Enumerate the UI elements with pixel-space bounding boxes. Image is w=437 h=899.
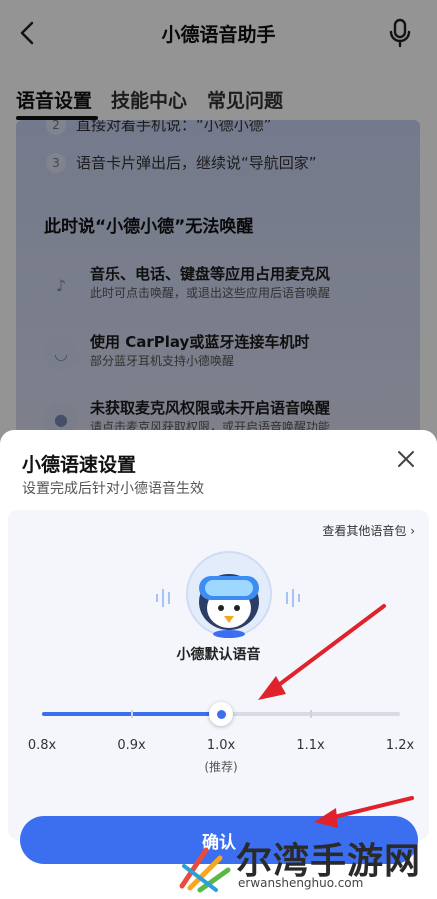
sheet-subtitle: 设置完成后针对小德语音生效 bbox=[22, 481, 204, 497]
watermark-logo: 尔湾手游网 erwanshenghuo.com bbox=[176, 832, 437, 899]
speed-option-0-9x[interactable]: 0.9x bbox=[112, 738, 152, 753]
close-icon[interactable] bbox=[397, 450, 417, 470]
logo-icon bbox=[179, 847, 231, 893]
sound-wave-icon bbox=[156, 589, 170, 607]
more-voice-packs-link[interactable]: 查看其他语音包 › bbox=[322, 522, 415, 539]
recommended-note: (推荐) bbox=[204, 760, 238, 774]
sound-wave-icon bbox=[286, 589, 300, 607]
slider-tick bbox=[130, 710, 133, 718]
sheet-title: 小德语速设置 bbox=[22, 454, 137, 476]
speed-option-1-0x[interactable]: 1.0x bbox=[201, 738, 241, 753]
speed-option-1-1x[interactable]: 1.1x bbox=[291, 738, 331, 753]
voice-name: 小德默认语音 bbox=[176, 647, 261, 663]
slider-thumb[interactable] bbox=[209, 702, 233, 726]
speed-settings-sheet: 小德语速设置 设置完成后针对小德语音生效 查看其他语音包 › 小德默认语音 0.… bbox=[0, 430, 437, 899]
voice-speed-card: 查看其他语音包 › 小德默认语音 0.8x 0.9x 1.0x 1.1x 1.2… bbox=[8, 510, 429, 840]
slider-tick bbox=[309, 710, 312, 718]
speed-option-1-2x[interactable]: 1.2x bbox=[380, 738, 420, 753]
speed-option-0-8x[interactable]: 0.8x bbox=[22, 738, 62, 753]
avatar bbox=[185, 550, 273, 638]
